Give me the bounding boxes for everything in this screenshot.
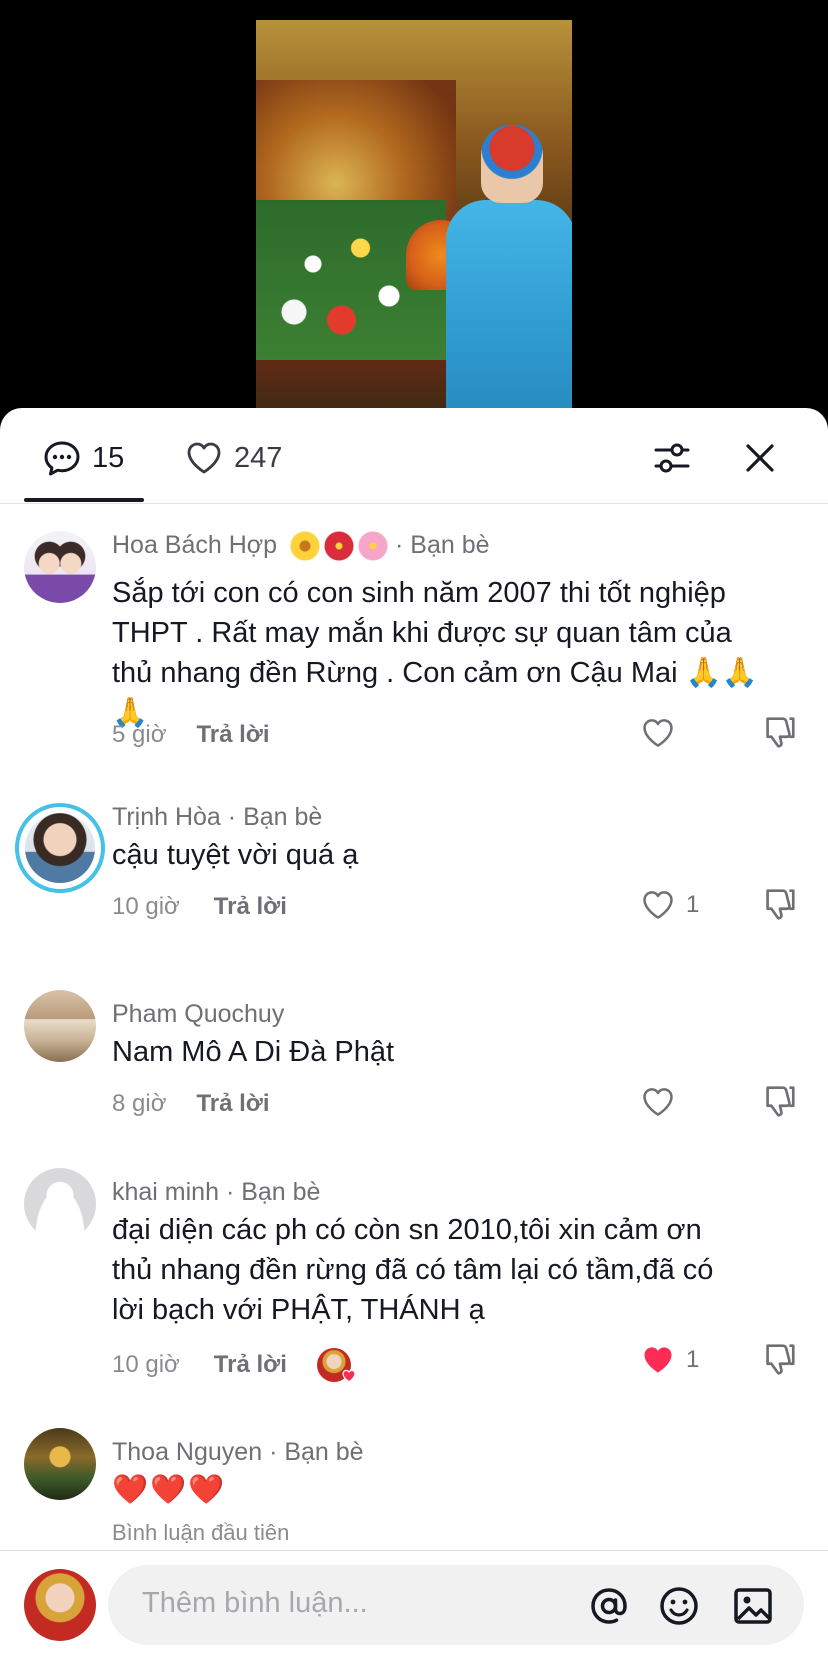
comment-text: Sắp tới con có con sinh năm 2007 thi tốt… <box>112 573 812 733</box>
friend-badge: · Bạn bè <box>227 803 323 831</box>
active-tab-indicator <box>24 498 144 502</box>
emoji-button[interactable] <box>656 1583 702 1629</box>
comment-author[interactable]: Thoa Nguyen · Bạn bè <box>112 1438 364 1467</box>
comment-time: 8 giờ <box>112 1090 167 1117</box>
close-icon <box>746 444 774 472</box>
filter-button[interactable] <box>652 438 692 478</box>
comments-sheet: 15 247 Hoa Bách Hợp · Bạn bè Sắp tới con… <box>0 408 828 1673</box>
like-button[interactable]: 1 <box>640 1342 699 1378</box>
flower-emojis <box>290 531 389 562</box>
author-name: Trịnh Hòa <box>112 803 221 831</box>
reply-button[interactable]: Trả lời <box>214 1351 287 1379</box>
comment-text: Nam Mô A Di Đà Phật <box>112 1032 812 1072</box>
friend-badge: · Bạn bè <box>269 1438 364 1466</box>
image-button[interactable] <box>730 1583 776 1629</box>
dislike-icon <box>766 717 795 748</box>
comment-line: đại diện các ph có còn sn 2010,tôi xin c… <box>112 1214 702 1246</box>
mention-button[interactable] <box>586 1583 632 1629</box>
dislike-icon <box>766 889 795 920</box>
avatar[interactable] <box>24 1428 96 1500</box>
reply-button[interactable]: Trả lời <box>196 1090 269 1118</box>
author-name: Hoa Bách Hợp <box>112 531 278 559</box>
author-name: Pham Quochuy <box>112 1000 285 1028</box>
heart-icon <box>643 1088 673 1116</box>
video-person-head <box>481 125 543 203</box>
dislike-button[interactable] <box>760 713 798 756</box>
filter-icon <box>654 443 690 473</box>
tab-comments[interactable]: 15 <box>42 438 124 478</box>
comment-time: 10 giờ <box>112 893 180 920</box>
comment-meta: 8 giờ Trả lời <box>112 1090 270 1118</box>
friend-badge: · Bạn bè <box>225 1178 321 1206</box>
dislike-button[interactable] <box>760 1082 798 1125</box>
comment-author[interactable]: Hoa Bách Hợp · Bạn bè <box>112 531 490 562</box>
dislike-button[interactable] <box>760 1340 798 1383</box>
comment-line: lời bạch với PHẬT, THÁNH ạ <box>112 1294 485 1326</box>
composer-bar: Thêm bình luận... <box>0 1550 828 1673</box>
comment-time: 10 giờ <box>112 1351 180 1378</box>
like-button[interactable] <box>640 715 686 751</box>
heart-icon <box>187 442 221 474</box>
like-button[interactable] <box>640 1084 686 1120</box>
comment-author[interactable]: khai minh · Bạn bè <box>112 1178 320 1207</box>
author-name: Thoa Nguyen <box>112 1438 263 1466</box>
comment-line: Sắp tới con có con sinh năm 2007 thi tốt… <box>112 577 726 609</box>
comment-meta: 5 giờ Trả lời <box>112 721 270 749</box>
heart-filled-icon <box>644 1347 672 1373</box>
comment-meta: 10 giờ Trả lời <box>112 1348 356 1383</box>
cherry-blossom-icon <box>358 531 389 562</box>
heart-icon <box>342 1369 356 1383</box>
friend-badge: · Bạn bè <box>395 531 490 559</box>
avatar-image <box>25 813 95 883</box>
likes-count: 247 <box>234 441 283 474</box>
creator-liked-badge <box>316 1348 356 1383</box>
dislike-button[interactable] <box>760 885 798 928</box>
video-area[interactable] <box>0 0 828 420</box>
comment-author[interactable]: Trịnh Hòa · Bạn bè <box>112 803 322 832</box>
comment-time: 5 giờ <box>112 721 167 748</box>
sheet-header: 15 247 <box>0 408 828 504</box>
heart-icon <box>643 891 673 919</box>
like-count: 1 <box>686 1346 700 1373</box>
video-thumbnail[interactable] <box>256 20 572 420</box>
video-person <box>446 200 572 420</box>
comment-sub: Bình luận đầu tiên <box>112 1520 289 1546</box>
first-comment-label: Bình luận đầu tiên <box>112 1520 290 1545</box>
comment-text: đại diện các ph có còn sn 2010,tôi xin c… <box>112 1210 812 1330</box>
comment-line: cậu tuyệt vời quá ạ <box>112 839 359 871</box>
avatar[interactable] <box>24 990 96 1062</box>
hibiscus-icon <box>324 531 355 562</box>
dislike-icon <box>766 1086 795 1117</box>
avatar[interactable] <box>24 1168 96 1240</box>
comment-line: Nam Mô A Di Đà Phật <box>112 1036 395 1068</box>
comment-text: ❤️❤️❤️ <box>112 1470 812 1510</box>
comments-count: 15 <box>92 441 125 474</box>
comment-line: THPT . Rất may mắn khi được sự quan tâm … <box>112 617 732 649</box>
avatar[interactable] <box>15 803 105 893</box>
close-button[interactable] <box>740 438 780 478</box>
dislike-icon <box>766 1344 795 1375</box>
comment-line: thủ nhang đền Rừng . Con cảm ơn Cậu Mai … <box>112 657 758 689</box>
comment-text: cậu tuyệt vời quá ạ <box>112 835 812 875</box>
emoji-icon <box>660 1587 698 1625</box>
like-button[interactable]: 1 <box>640 887 699 923</box>
sunflower-icon <box>290 531 321 562</box>
comment-icon <box>44 441 80 476</box>
heart-icon <box>643 719 673 747</box>
comment-line: thủ nhang đền rừng đã có tâm lại có tầm,… <box>112 1254 714 1286</box>
comment-line: ❤️❤️❤️ <box>112 1474 227 1506</box>
author-name: khai minh <box>112 1178 219 1206</box>
avatar[interactable] <box>24 531 96 603</box>
like-count: 1 <box>686 891 700 918</box>
comment-input[interactable]: Thêm bình luận... <box>108 1565 804 1645</box>
my-avatar[interactable] <box>24 1569 96 1641</box>
image-icon <box>734 1588 772 1624</box>
reply-button[interactable]: Trả lời <box>196 721 269 749</box>
at-icon <box>591 1588 627 1624</box>
comment-author[interactable]: Pham Quochuy <box>112 1000 284 1029</box>
comment-input-placeholder: Thêm bình luận... <box>142 1587 368 1619</box>
comment-meta: 10 giờ Trả lời <box>112 893 287 921</box>
reply-button[interactable]: Trả lời <box>214 893 287 921</box>
tab-likes[interactable]: 247 <box>184 438 282 478</box>
